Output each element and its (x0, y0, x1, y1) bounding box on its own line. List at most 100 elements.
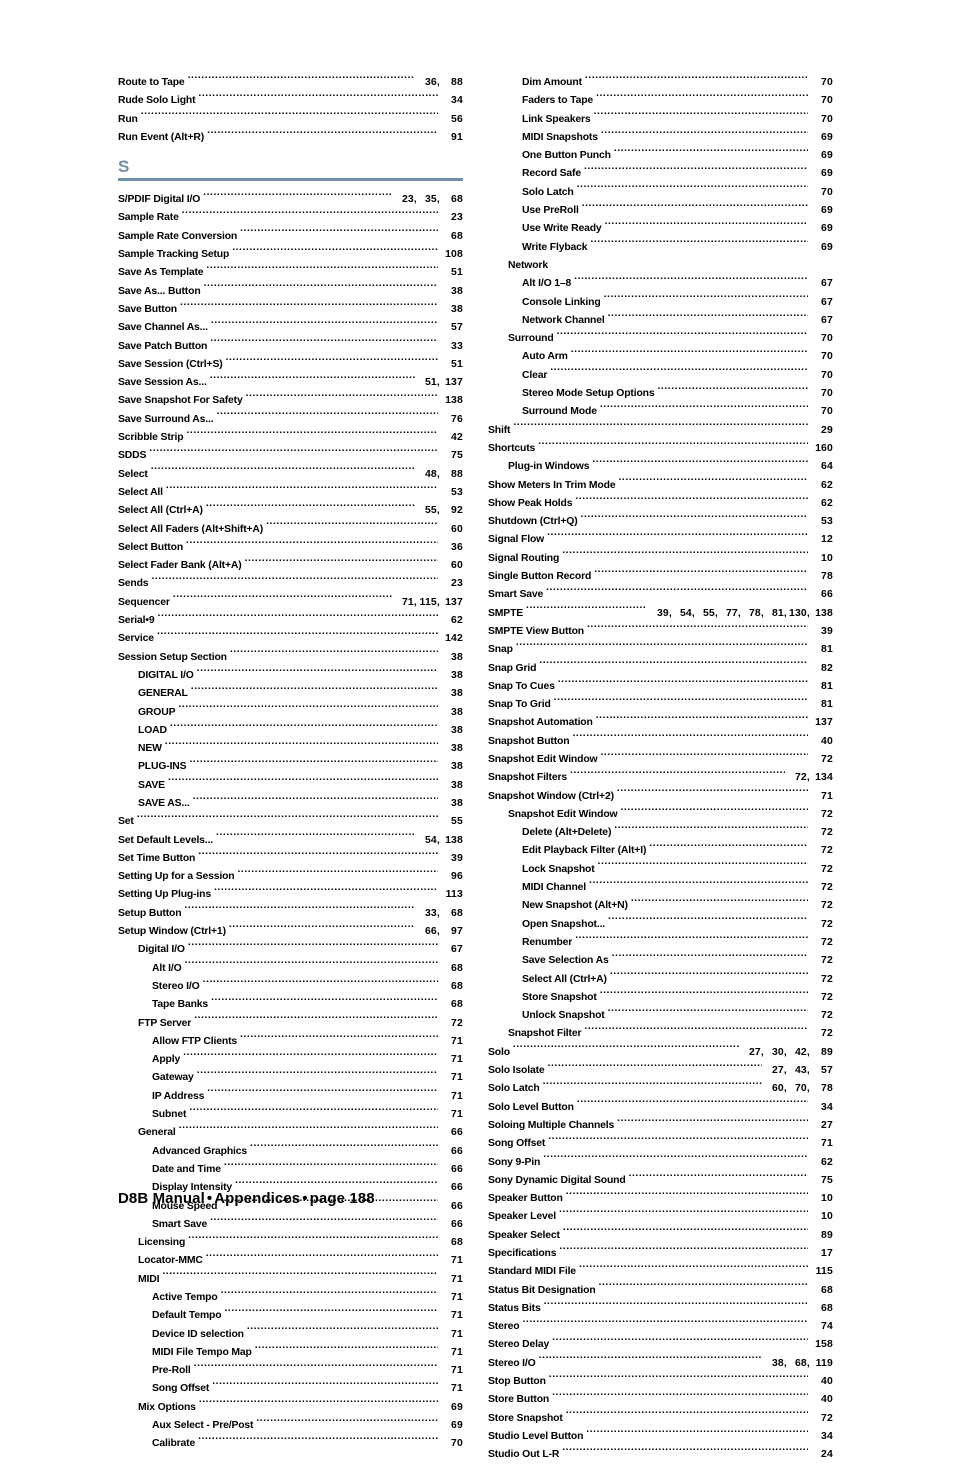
index-entry[interactable]: Snapshot Edit Window 72 (488, 751, 833, 769)
index-entry[interactable]: Alt I/O 1–8 67 (522, 275, 833, 293)
index-entry[interactable]: Run 56 (118, 111, 463, 129)
index-entry[interactable]: Single Button Record 78 (488, 568, 833, 586)
index-entry[interactable]: Sony 9-Pin 62 (488, 1154, 833, 1172)
index-entry[interactable]: Licensing 68 (138, 1234, 463, 1252)
index-entry[interactable]: Snap Grid 82 (488, 660, 833, 678)
index-entry[interactable]: PLUG-INS 38 (138, 758, 463, 776)
index-entry[interactable]: Route to Tape36,88 (118, 74, 463, 92)
index-entry[interactable]: Solo Latch 60, 70, 78 (488, 1080, 833, 1098)
index-entry[interactable]: Unlock Snapshot 72 (522, 1007, 833, 1025)
index-entry[interactable]: Save Session (Ctrl+S) 51 (118, 356, 463, 374)
index-entry[interactable]: Select48,88 (118, 466, 463, 484)
index-entry[interactable]: FTP Server 72 (138, 1015, 463, 1033)
index-entry[interactable]: MIDI Snapshots 69 (522, 129, 833, 147)
index-entry[interactable]: Snap To Grid 81 (488, 696, 833, 714)
index-entry[interactable]: Run Event (Alt+R) 91 (118, 129, 463, 147)
index-entry[interactable]: Stereo I/O 38, 68, 119 (488, 1355, 833, 1373)
index-entry[interactable]: Select All (Ctrl+A) 72 (522, 971, 833, 989)
index-entry[interactable]: Setting Up for a Session 96 (118, 868, 463, 886)
index-entry[interactable]: Set Time Button 39 (118, 850, 463, 868)
index-entry[interactable]: Solo Latch 70 (522, 184, 833, 202)
index-entry[interactable]: Save As Template 51 (118, 264, 463, 282)
index-entry[interactable]: Clear 70 (522, 367, 833, 385)
index-entry[interactable]: Show Meters In Trim Mode 62 (488, 477, 833, 495)
index-entry[interactable]: Snapshot Filters 72, 134 (488, 769, 833, 787)
index-entry[interactable]: SDDS 75 (118, 447, 463, 465)
index-entry[interactable]: General 66 (138, 1124, 463, 1142)
index-entry[interactable]: Select Button 36 (118, 539, 463, 557)
index-entry[interactable]: Surround 70 (508, 330, 833, 348)
index-entry[interactable]: Select Fader Bank (Alt+A) 60 (118, 557, 463, 575)
index-entry[interactable]: Snapshot Window (Ctrl+2) 71 (488, 788, 833, 806)
index-entry[interactable]: GENERAL 38 (138, 685, 463, 703)
index-entry[interactable]: Record Safe 69 (522, 165, 833, 183)
index-entry[interactable]: Lock Snapshot 72 (522, 861, 833, 879)
index-entry[interactable]: Locator-MMC 71 (138, 1252, 463, 1270)
index-entry[interactable]: Snap 81 (488, 641, 833, 659)
index-entry[interactable]: Active Tempo 71 (152, 1289, 463, 1307)
index-entry[interactable]: Save As... Button 38 (118, 283, 463, 301)
index-entry[interactable]: Surround Mode 70 (522, 403, 833, 421)
index-entry[interactable]: Set 55 (118, 813, 463, 831)
index-entry[interactable]: Alt I/O 68 (152, 960, 463, 978)
index-entry[interactable]: Studio Out L-R 24 (488, 1446, 833, 1464)
index-entry[interactable]: Serial•9 62 (118, 612, 463, 630)
index-entry[interactable]: Save Patch Button 33 (118, 338, 463, 356)
index-entry[interactable]: MIDI 71 (138, 1271, 463, 1289)
index-entry[interactable]: Allow FTP Clients 71 (152, 1033, 463, 1051)
index-entry[interactable]: Solo Level Button 34 (488, 1099, 833, 1117)
index-entry[interactable]: Setting Up Plug-ins 113 (118, 886, 463, 904)
index-entry[interactable]: Snapshot Filter 72 (508, 1025, 833, 1043)
index-entry[interactable]: Stereo Delay 158 (488, 1336, 833, 1354)
index-entry[interactable]: Status Bit Designation 68 (488, 1282, 833, 1300)
index-entry[interactable]: Select All Faders (Alt+Shift+A) 60 (118, 521, 463, 539)
index-entry[interactable]: Advanced Graphics 66 (152, 1143, 463, 1161)
index-entry[interactable]: Console Linking 67 (522, 294, 833, 312)
index-entry[interactable]: Select All (Ctrl+A)55,92 (118, 502, 463, 520)
index-entry[interactable]: GROUP 38 (138, 704, 463, 722)
index-entry[interactable]: Sony Dynamic Digital Sound 75 (488, 1172, 833, 1190)
index-entry[interactable]: Scribble Strip 42 (118, 429, 463, 447)
index-entry[interactable]: Stereo Mode Setup Options 70 (522, 385, 833, 403)
index-entry[interactable]: Rude Solo Light 34 (118, 92, 463, 110)
index-entry[interactable]: Service 142 (118, 630, 463, 648)
index-entry[interactable]: Gateway 71 (152, 1069, 463, 1087)
index-entry[interactable]: Status Bits 68 (488, 1300, 833, 1318)
index-entry[interactable]: Solo 27, 30, 42, 89 (488, 1044, 833, 1062)
index-entry[interactable]: DIGITAL I/O 38 (138, 667, 463, 685)
index-entry[interactable]: Delete (Alt+Delete) 72 (522, 824, 833, 842)
index-entry[interactable]: Date and Time 66 (152, 1161, 463, 1179)
index-entry[interactable]: Soloing Multiple Channels 27 (488, 1117, 833, 1135)
index-entry[interactable]: Aux Select - Pre/Post 69 (152, 1417, 463, 1435)
index-entry[interactable]: Stereo I/O 68 (152, 978, 463, 996)
index-entry[interactable]: Faders to Tape 70 (522, 92, 833, 110)
index-entry[interactable]: Save Session As... 51, 137 (118, 374, 463, 392)
index-entry[interactable]: MIDI Channel 72 (522, 879, 833, 897)
index-entry[interactable]: Link Speakers 70 (522, 111, 833, 129)
index-entry[interactable]: Specifications 17 (488, 1245, 833, 1263)
index-entry[interactable]: Standard MIDI File 115 (488, 1263, 833, 1281)
index-entry[interactable]: Shutdown (Ctrl+Q) 53 (488, 513, 833, 531)
index-entry[interactable]: Speaker Button 10 (488, 1190, 833, 1208)
index-entry[interactable]: Network (508, 257, 833, 275)
index-entry[interactable]: Show Peak Holds 62 (488, 495, 833, 513)
index-entry[interactable]: SAVE 38 (138, 777, 463, 795)
index-entry[interactable]: Renumber 72 (522, 934, 833, 952)
index-entry[interactable]: Snapshot Button 40 (488, 733, 833, 751)
index-entry[interactable]: Calibrate 70 (152, 1435, 463, 1453)
index-entry[interactable]: Write Flyback 69 (522, 239, 833, 257)
index-entry[interactable]: Save Snapshot For Safety 138 (118, 392, 463, 410)
index-entry[interactable]: Speaker Level 10 (488, 1208, 833, 1226)
index-entry[interactable]: Shift 29 (488, 422, 833, 440)
index-entry[interactable]: New Snapshot (Alt+N) 72 (522, 897, 833, 915)
index-entry[interactable]: Save Selection As 72 (522, 952, 833, 970)
index-entry[interactable]: Stereo 74 (488, 1318, 833, 1336)
index-entry[interactable]: Default Tempo 71 (152, 1307, 463, 1325)
index-entry[interactable]: NEW 38 (138, 740, 463, 758)
index-entry[interactable]: Digital I/O 67 (138, 941, 463, 959)
index-entry[interactable]: Mix Options 69 (138, 1399, 463, 1417)
index-entry[interactable]: Dim Amount 70 (522, 74, 833, 92)
index-entry[interactable]: S/PDIF Digital I/O 23, 35, 68 (118, 191, 463, 209)
index-entry[interactable]: IP Address 71 (152, 1088, 463, 1106)
index-entry[interactable]: Snapshot Automation 137 (488, 714, 833, 732)
